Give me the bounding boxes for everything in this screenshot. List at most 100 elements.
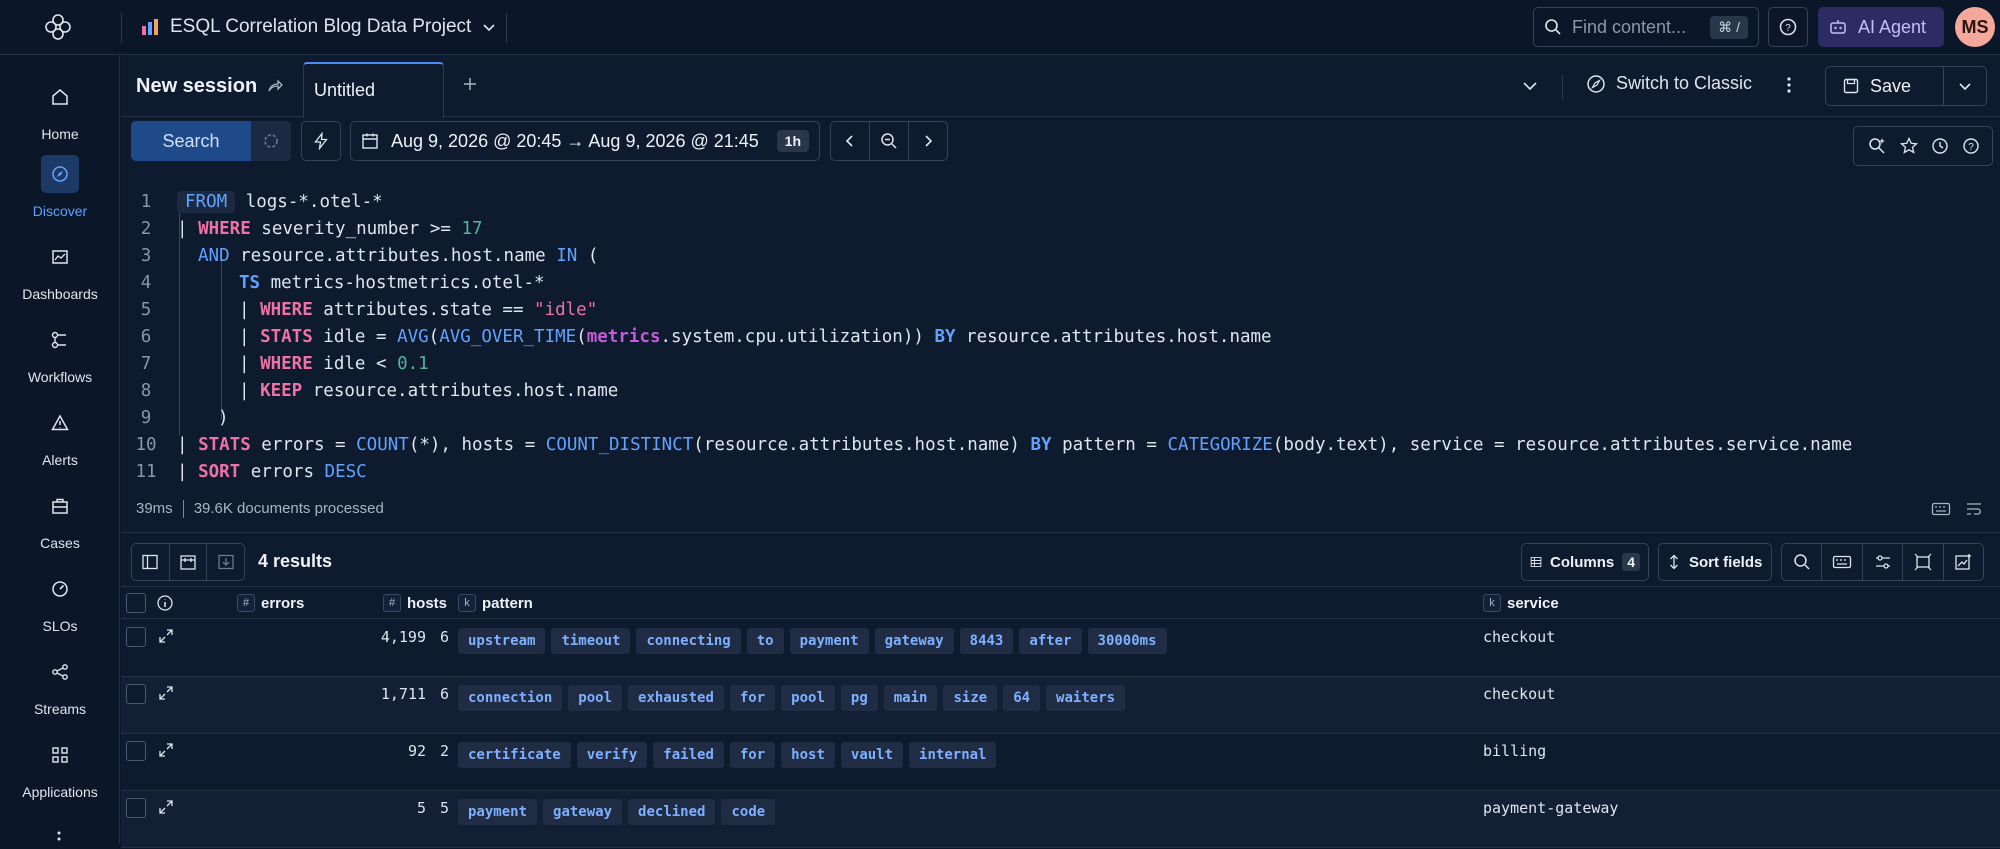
cell-pattern: upstream timeout connecting to payment gatewa…: [458, 628, 1167, 654]
refresh-button[interactable]: [251, 121, 291, 161]
keyword: STATS: [260, 326, 313, 347]
search-grid-button[interactable]: [1782, 544, 1823, 580]
sort-fields-button[interactable]: Sort fields: [1658, 543, 1772, 581]
column-header-label: hosts: [407, 594, 448, 612]
nav-item-workflows[interactable]: Workflows: [0, 321, 120, 391]
nav-item-streams[interactable]: Streams: [0, 653, 120, 723]
ai-assist-icon[interactable]: [1867, 136, 1887, 156]
project-selector[interactable]: ESQL Correlation Blog Data Project: [140, 13, 497, 41]
chevron-down-icon[interactable]: [1521, 77, 1539, 95]
elastic-logo-icon[interactable]: [44, 13, 72, 41]
nav-item-cases[interactable]: Cases: [0, 487, 120, 557]
save-options-button[interactable]: [1944, 78, 1986, 94]
row-checkbox[interactable]: [126, 741, 146, 761]
code-string: "idle": [534, 299, 598, 320]
expand-row-icon[interactable]: [158, 685, 174, 701]
divider: [182, 500, 184, 518]
code-text: logs-*.otel-*: [235, 191, 383, 212]
expand-row-icon[interactable]: [158, 742, 174, 758]
display-settings-button[interactable]: [1863, 544, 1904, 580]
nav-label: Workflows: [27, 369, 93, 385]
keyword: WHERE: [260, 299, 313, 320]
zoom-out-button[interactable]: [870, 122, 909, 160]
column-header-hosts[interactable]: # hosts: [383, 594, 447, 612]
code-metrics-keyword: metrics: [586, 326, 661, 347]
fullscreen-button[interactable]: [1903, 544, 1944, 580]
download-button[interactable]: [207, 544, 244, 580]
pattern-token: connecting: [636, 628, 741, 654]
calendar-icon: [180, 555, 196, 570]
next-time-button[interactable]: [909, 122, 947, 160]
column-header-pattern[interactable]: k pattern: [458, 594, 533, 612]
sidebar-icon: [142, 554, 158, 570]
switch-to-classic-button[interactable]: Switch to Classic: [1586, 73, 1752, 94]
tab-untitled[interactable]: Untitled: [303, 62, 444, 118]
quick-query-button[interactable]: [301, 121, 341, 161]
grid-icon: [41, 736, 79, 774]
select-all-checkbox[interactable]: [126, 593, 146, 613]
ai-agent-button[interactable]: AI Agent: [1818, 7, 1944, 47]
more-options-icon[interactable]: [1785, 75, 1793, 95]
cell-service: billing: [1483, 742, 1547, 760]
function-name: AVG: [397, 326, 429, 347]
pattern-token: to: [746, 628, 784, 654]
column-header-service[interactable]: k service: [1483, 594, 1559, 612]
share-icon[interactable]: [266, 77, 284, 95]
search-button[interactable]: Search: [131, 121, 251, 161]
nav-label: Alerts: [42, 452, 78, 468]
keyword: BY: [934, 326, 956, 347]
nav-item-dashboards[interactable]: Dashboards: [0, 238, 120, 308]
svg-text:?: ?: [1785, 23, 1791, 34]
code-text: (resource.attributes.host.name): [693, 434, 1031, 455]
star-icon[interactable]: [1899, 137, 1918, 155]
line-number: 9: [140, 407, 152, 428]
nav-item-home[interactable]: Home: [0, 78, 120, 148]
date-range-picker[interactable]: Aug 9, 2026 @ 20:45 → Aug 9, 2026 @ 21:4…: [350, 121, 820, 161]
expand-row-icon[interactable]: [158, 799, 174, 815]
info-icon[interactable]: [156, 594, 174, 612]
toggle-sidebar-button[interactable]: [132, 544, 170, 580]
user-avatar[interactable]: MS: [1955, 7, 1995, 47]
toggle-histogram-button[interactable]: [170, 544, 208, 580]
nav-item-discover[interactable]: Discover: [0, 155, 120, 225]
keyboard-icon[interactable]: [1931, 501, 1951, 517]
find-content-input[interactable]: Find content... ⌘ /: [1533, 7, 1759, 47]
function-name: AVG_OVER_TIME: [439, 326, 577, 347]
help-icon[interactable]: ?: [1962, 137, 1980, 155]
visualize-button[interactable]: [1944, 544, 1983, 580]
gauge-icon: [41, 570, 79, 608]
expand-row-icon[interactable]: [158, 628, 174, 644]
save-button[interactable]: Save: [1826, 67, 1944, 105]
columns-button[interactable]: Columns 4: [1521, 543, 1649, 581]
nav-item-applications[interactable]: Applications: [0, 736, 120, 806]
previous-time-button[interactable]: [831, 122, 870, 160]
keyboard-shortcuts-button[interactable]: [1822, 544, 1863, 580]
column-header-errors[interactable]: # errors: [237, 594, 304, 612]
compass-icon: [41, 155, 79, 193]
pattern-token: timeout: [551, 628, 631, 654]
row-checkbox[interactable]: [126, 684, 146, 704]
project-name: ESQL Correlation Blog Data Project: [170, 16, 472, 37]
line-number: 7: [140, 353, 152, 374]
session-tab-bar: New session Untitled Switch to Classic S…: [121, 55, 2000, 118]
wrap-text-icon[interactable]: [1965, 501, 1983, 517]
row-checkbox[interactable]: [126, 627, 146, 647]
more-icon[interactable]: [56, 830, 62, 849]
code-text: (body.text), service = resource.attribut…: [1272, 434, 1853, 455]
search-icon: [1793, 554, 1810, 570]
add-tab-icon[interactable]: [461, 75, 479, 93]
pattern-token: pg: [840, 685, 878, 711]
esql-query-editor[interactable]: 1 FROM logs-*.otel-* 2 | WHERE severity_…: [121, 185, 2000, 545]
row-checkbox[interactable]: [126, 798, 146, 818]
history-icon[interactable]: [1931, 137, 1949, 155]
keyword: DESC: [324, 461, 367, 482]
nav-item-alerts[interactable]: Alerts: [0, 404, 120, 474]
alert-icon: [41, 404, 79, 442]
help-icon: ?: [1779, 18, 1797, 36]
help-button[interactable]: ?: [1768, 7, 1808, 47]
column-header-label: errors: [261, 594, 305, 612]
keyword: WHERE: [260, 353, 313, 374]
pattern-token: pool: [568, 685, 623, 711]
nav-item-slos[interactable]: SLOs: [0, 570, 120, 640]
pattern-token: main: [883, 685, 938, 711]
